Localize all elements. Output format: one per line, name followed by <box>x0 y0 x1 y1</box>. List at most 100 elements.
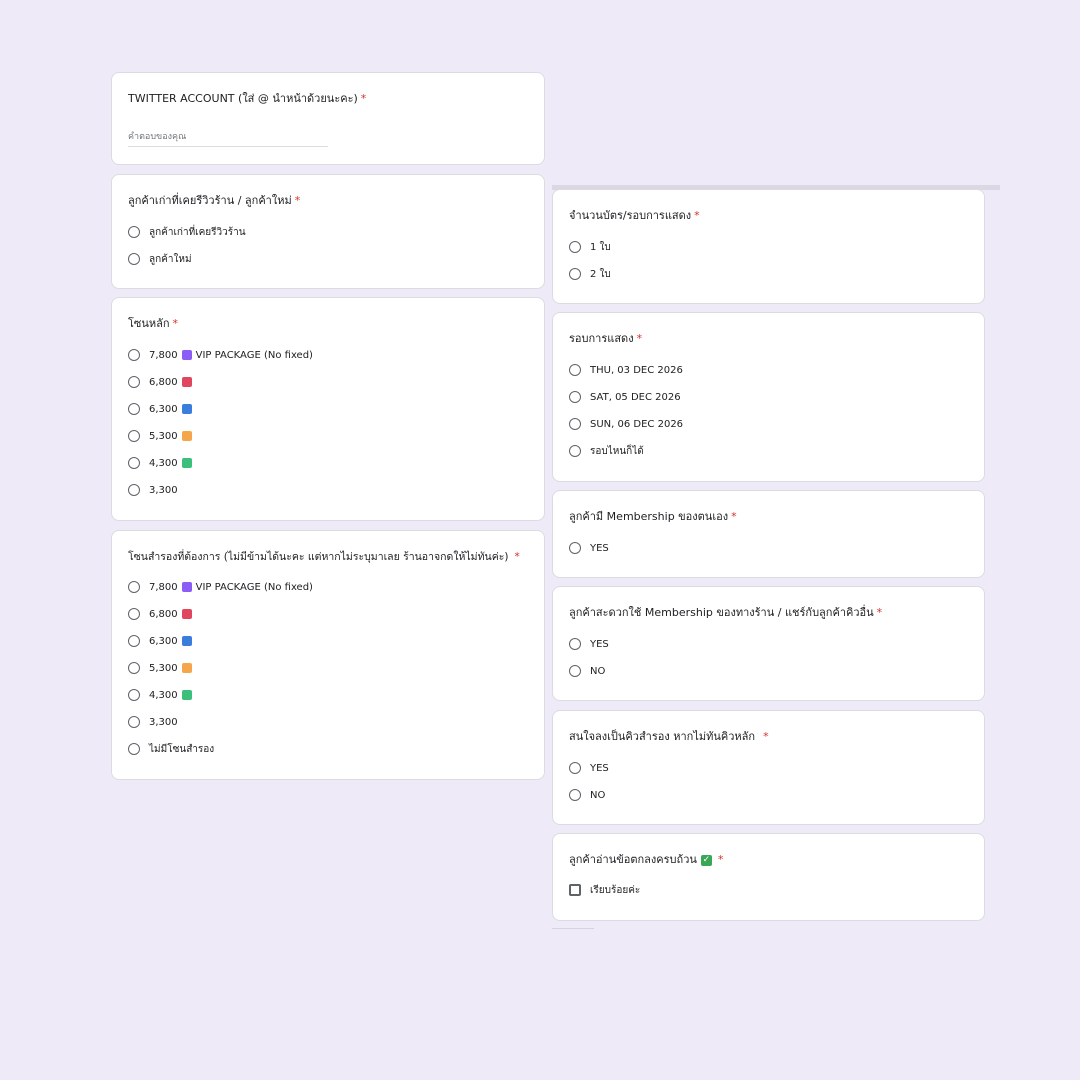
option-label: 5,300 <box>149 662 178 674</box>
radio-button[interactable] <box>569 638 581 650</box>
radio-button[interactable] <box>128 430 140 442</box>
option-label: ลูกค้าเก่าที่เคยรีวิวร้าน <box>149 226 246 238</box>
radio-option[interactable]: 6,800 <box>128 605 196 623</box>
radio-button[interactable] <box>128 349 140 361</box>
question-title: ลูกค้าเก่าที่เคยรีวิวร้าน / ลูกค้าใหม่ * <box>128 193 528 209</box>
option-label: NO <box>590 665 606 677</box>
purple-swatch-icon <box>181 582 192 592</box>
radio-button[interactable] <box>569 762 581 774</box>
question-text: ลูกค้าเก่าที่เคยรีวิวร้าน / ลูกค้าใหม่ <box>128 194 292 207</box>
radio-button[interactable] <box>569 391 581 403</box>
main-zone-card: โซนหลัก * 7,800 VIP PACKAGE (No fixed) 6,8… <box>111 297 545 521</box>
required-asterisk: * <box>717 853 724 866</box>
radio-button[interactable] <box>128 403 140 415</box>
option-label: 1 ใบ <box>590 241 611 253</box>
radio-option[interactable]: 2 ใบ <box>569 265 611 283</box>
radio-button[interactable] <box>128 716 140 728</box>
radio-button[interactable] <box>569 241 581 253</box>
checkbox[interactable] <box>569 884 581 896</box>
radio-option[interactable]: THU, 03 DEC 2026 <box>569 361 683 379</box>
radio-option[interactable]: 6,800 <box>128 373 196 391</box>
radio-button[interactable] <box>128 581 140 593</box>
radio-button[interactable] <box>569 268 581 280</box>
question-title: รอบการแสดง * <box>569 331 968 347</box>
option-label: 3,300 <box>149 716 178 728</box>
radio-option[interactable]: 4,300 <box>128 686 196 704</box>
radio-button[interactable] <box>128 484 140 496</box>
option-label: ลูกค้าใหม่ <box>149 253 192 265</box>
radio-option[interactable]: 4,300 <box>128 454 196 472</box>
required-asterisk: * <box>294 194 301 207</box>
radio-button[interactable] <box>569 542 581 554</box>
radio-option[interactable]: 3,300 <box>128 713 178 731</box>
radio-button[interactable] <box>569 789 581 801</box>
radio-option[interactable]: ลูกค้าใหม่ <box>128 250 192 268</box>
radio-button[interactable] <box>128 376 140 388</box>
option-label: 5,300 <box>149 430 178 442</box>
radio-button[interactable] <box>128 662 140 674</box>
option-label: YES <box>590 542 609 554</box>
option-label: 4,300 <box>149 689 178 701</box>
option-label: 4,300 <box>149 457 178 469</box>
backup-zone-card: โซนสำรองที่ต้องการ (ไม่มีข้ามได้นะคะ แต่… <box>111 530 545 780</box>
radio-button[interactable] <box>128 635 140 647</box>
option-label: SAT, 05 DEC 2026 <box>590 391 681 403</box>
question-text: ลูกค้าสะดวกใช้ Membership ของทางร้าน / แ… <box>569 606 874 619</box>
radio-option[interactable]: 5,300 <box>128 427 196 445</box>
vip-label: VIP PACKAGE (No fixed) <box>195 581 313 593</box>
radio-option[interactable]: YES <box>569 635 609 653</box>
radio-option[interactable]: ไม่มีโซนสำรอง <box>128 740 214 758</box>
option-label: 6,300 <box>149 403 178 415</box>
radio-button[interactable] <box>569 418 581 430</box>
radio-option[interactable]: SAT, 05 DEC 2026 <box>569 388 681 406</box>
radio-option[interactable]: 5,300 <box>128 659 196 677</box>
required-asterisk: * <box>694 209 700 222</box>
blue-swatch-icon <box>181 404 192 414</box>
radio-option[interactable]: 1 ใบ <box>569 238 611 256</box>
radio-option[interactable]: ลูกค้าเก่าที่เคยรีวิวร้าน <box>128 223 246 241</box>
radio-button[interactable] <box>128 253 140 265</box>
option-label: ไม่มีโซนสำรอง <box>149 743 215 755</box>
option-label: 6,800 <box>149 608 178 620</box>
question-title: ลูกค้ามี Membership ของตนเอง * <box>569 509 968 525</box>
radio-option[interactable]: YES <box>569 539 609 557</box>
question-title: จำนวนบัตร/รอบการแสดง * <box>569 208 968 224</box>
bottom-edge <box>552 928 594 929</box>
question-text: สนใจลงเป็นคิวสำรอง หากไม่ทันคิวหลัก <box>569 730 756 743</box>
question-title: สนใจลงเป็นคิวสำรอง หากไม่ทันคิวหลัก * <box>569 729 968 745</box>
radio-button[interactable] <box>128 608 140 620</box>
radio-option[interactable]: 7,800 VIP PACKAGE (No fixed) <box>128 346 313 364</box>
question-text: ลูกค้ามี Membership ของตนเอง <box>569 510 729 523</box>
radio-option[interactable]: NO <box>569 786 605 804</box>
option-label: YES <box>590 762 609 774</box>
waitlist-card: สนใจลงเป็นคิวสำรอง หากไม่ทันคิวหลัก * YES… <box>552 710 985 825</box>
radio-button[interactable] <box>128 457 140 469</box>
radio-option[interactable]: YES <box>569 759 609 777</box>
radio-button[interactable] <box>569 364 581 376</box>
question-text: รอบการแสดง <box>569 332 634 345</box>
question-title: โซนสำรองที่ต้องการ (ไม่มีข้ามได้นะคะ แต่… <box>128 549 528 565</box>
radio-option[interactable]: NO <box>569 662 605 680</box>
radio-button[interactable] <box>128 689 140 701</box>
radio-button[interactable] <box>569 445 581 457</box>
radio-option[interactable]: 3,300 <box>128 481 178 499</box>
show-round-card: รอบการแสดง * THU, 03 DEC 2026 SAT, 05 DEC… <box>552 312 985 482</box>
radio-option[interactable]: SUN, 06 DEC 2026 <box>569 415 683 433</box>
radio-button[interactable] <box>128 743 140 755</box>
checkbox-option[interactable]: เรียบร้อยค่ะ <box>569 881 640 899</box>
radio-option[interactable]: 6,300 <box>128 400 196 418</box>
purple-swatch-icon <box>181 350 192 360</box>
red-swatch-icon <box>181 609 192 619</box>
radio-option[interactable]: 7,800 VIP PACKAGE (No fixed) <box>128 578 313 596</box>
radio-option[interactable]: รอบไหนก็ได้ <box>569 442 644 460</box>
customer-type-card: ลูกค้าเก่าที่เคยรีวิวร้าน / ลูกค้าใหม่ * … <box>111 174 545 289</box>
twitter-answer-input[interactable]: คำตอบของคุณ <box>128 129 328 147</box>
radio-button[interactable] <box>128 226 140 238</box>
twitter-account-card: TWITTER ACCOUNT (ใส่ @ นำหน้าด้วยนะคะ) * … <box>111 72 545 165</box>
radio-option[interactable]: 6,300 <box>128 632 196 650</box>
radio-button[interactable] <box>569 665 581 677</box>
option-label: 6,300 <box>149 635 178 647</box>
question-title: ลูกค้าสะดวกใช้ Membership ของทางร้าน / แ… <box>569 605 968 621</box>
shop-membership-card: ลูกค้าสะดวกใช้ Membership ของทางร้าน / แ… <box>552 586 985 701</box>
vip-label: VIP PACKAGE (No fixed) <box>195 349 313 361</box>
